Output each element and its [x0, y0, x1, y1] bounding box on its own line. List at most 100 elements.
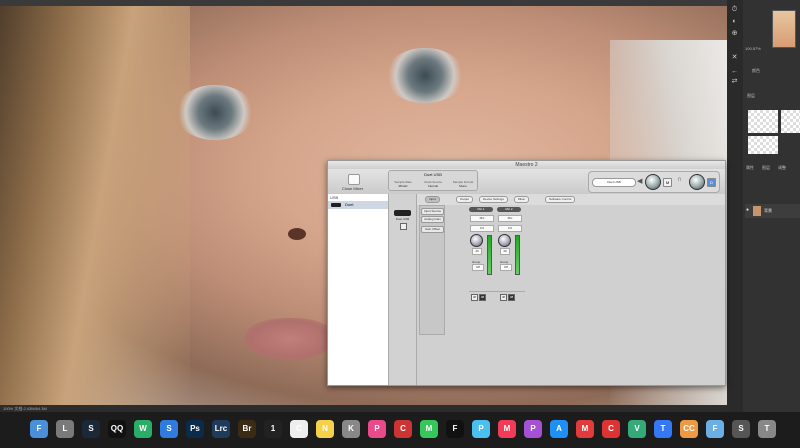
document-tabs-bar[interactable]	[0, 0, 727, 6]
section-properties[interactable]: 属性	[746, 165, 754, 171]
dock-icon-screen[interactable]: S	[732, 420, 750, 438]
tab-software-control[interactable]: Software Control	[545, 196, 576, 203]
dock-icon-photos[interactable]: P	[368, 420, 386, 438]
headphone-volume-knob[interactable]	[689, 174, 705, 190]
mixer-toggle-button[interactable]	[348, 174, 360, 185]
output-select[interactable]: Duet USB	[592, 178, 636, 187]
zoom-readout: 100.57%	[745, 46, 761, 51]
monitor-volume-knob[interactable]	[645, 174, 661, 190]
eye-right	[385, 48, 465, 103]
pattern-swatch-3[interactable]	[748, 136, 778, 154]
tab-device-settings[interactable]: Device Settings	[479, 196, 508, 203]
channel-2-phase-button[interactable]: Ø	[500, 294, 507, 301]
section-layers[interactable]: 图层	[762, 165, 770, 171]
swap-icon[interactable]: ⇄	[730, 78, 739, 85]
channel-2-phantom-button[interactable]: 48	[508, 294, 515, 301]
dock-icon-launchpad[interactable]: L	[56, 420, 74, 438]
dock-icon-1password[interactable]: 1	[264, 420, 282, 438]
window-title[interactable]: Maestro 2	[328, 161, 725, 169]
dock-icon-music[interactable]: M	[498, 420, 516, 438]
channel-1-source[interactable]: Mic	[470, 215, 494, 222]
channel-2-gain-offset[interactable]: 0.0	[498, 225, 522, 232]
device-power-button[interactable]	[400, 223, 407, 230]
row-label-gain-offset: Gain Offset	[421, 226, 444, 233]
device-image	[394, 210, 411, 216]
adjust-icon[interactable]: ⊕	[730, 30, 739, 37]
sidebar-item-label: Duet	[345, 202, 354, 207]
mute-button[interactable]: M	[663, 178, 672, 187]
layer-thumb	[753, 206, 761, 216]
dock-icon-clock[interactable]: C	[290, 420, 308, 438]
tabs-bar: Input Output Device Settings Mixer Softw…	[417, 196, 725, 203]
channel-area: Input Source Analog Gain Gain Offset Mic…	[417, 205, 725, 385]
speaker-icon: ◀	[637, 178, 643, 185]
dock-icon-final-cut[interactable]: F	[446, 420, 464, 438]
dim-button[interactable]: D	[707, 178, 716, 187]
maestro-window: Maestro 2 Close Mixer Duet USB Sample Ra…	[327, 160, 726, 386]
history-icon[interactable]: ⏱	[730, 6, 739, 13]
section-adjust[interactable]: 调整	[778, 165, 786, 171]
dock-icon-messages[interactable]: M	[420, 420, 438, 438]
dock-icon-podcasts[interactable]: P	[524, 420, 542, 438]
eye-left	[175, 85, 255, 140]
color-icon[interactable]: ◐	[730, 18, 739, 25]
monitor-section: Duet USB ◀ M ∩ D	[588, 171, 720, 193]
channel-1-phase-button[interactable]: Ø	[471, 294, 478, 301]
lcd-value-2: Internal	[427, 184, 438, 188]
device-icon	[331, 203, 341, 207]
row-labels-column: Input Source Analog Gain Gain Offset	[419, 205, 445, 335]
tab-mixer[interactable]: Mixer	[514, 196, 530, 203]
dock-icon-qq[interactable]: QQ	[108, 420, 126, 438]
panel-label-a: 颜色	[752, 68, 760, 73]
dock-icon-finder[interactable]: F	[30, 420, 48, 438]
sidebar-item-duet[interactable]: Duet	[328, 201, 388, 209]
dock-icon-color[interactable]: C	[394, 420, 412, 438]
toolbar: Close Mixer Duet USB Sample Rate Clock S…	[328, 169, 725, 195]
dock-icon-tailscale[interactable]: T	[654, 420, 672, 438]
arrow-icon[interactable]: ←	[730, 68, 739, 75]
dock-icon-folder[interactable]: F	[706, 420, 724, 438]
device-name: Duet USB	[424, 172, 442, 177]
dock-icon-br[interactable]: Br	[238, 420, 256, 438]
dock-icon-prime[interactable]: P	[472, 420, 490, 438]
lcd-value-3: Mono	[459, 184, 467, 188]
channel-1-knob-readout: 40	[472, 248, 482, 255]
dock-icon-lrc[interactable]: Lrc	[212, 420, 230, 438]
dock-icon-cleaner[interactable]: C	[602, 420, 620, 438]
dock-icon-trash[interactable]: T	[758, 420, 776, 438]
channel-2-source[interactable]: Mic	[498, 215, 522, 222]
tab-output[interactable]: Output	[456, 196, 474, 203]
dock-icon-music163[interactable]: M	[576, 420, 594, 438]
dock-icon-vector[interactable]: V	[628, 420, 646, 438]
dock-icon-safari[interactable]: S	[160, 420, 178, 438]
pattern-swatch[interactable]	[748, 110, 778, 133]
channel-2-gain-knob[interactable]	[498, 234, 511, 247]
eye-icon[interactable]: ●	[746, 207, 749, 213]
tab-input[interactable]: Input	[425, 196, 440, 203]
channel-1-gain-knob[interactable]	[470, 234, 483, 247]
pattern-swatch-2[interactable]	[781, 110, 800, 133]
lips	[245, 318, 335, 360]
channel-1-meter	[487, 235, 492, 275]
nostril	[288, 228, 306, 240]
device-strip-label: Duet USB	[395, 217, 410, 221]
channel-1-gain-offset[interactable]: 0.0	[470, 225, 494, 232]
dock-icon-wechat[interactable]: W	[134, 420, 152, 438]
row-label-analog-gain: Analog Gain	[421, 216, 444, 223]
device-strip: Duet USB	[389, 194, 417, 385]
dock-icon-ps[interactable]: Ps	[186, 420, 204, 438]
navigator-thumbnail[interactable]	[772, 10, 796, 48]
mixer-toggle-label: Close Mixer	[342, 186, 364, 191]
dock-icon-notes[interactable]: N	[316, 420, 334, 438]
dock-icon-keychain[interactable]: K	[342, 420, 360, 438]
close-icon[interactable]: ✕	[730, 54, 739, 61]
channel-1-header: Mic 1	[469, 207, 493, 212]
dock-icon-app-store[interactable]: A	[550, 420, 568, 438]
channel-2-trim-value[interactable]: Off	[500, 264, 512, 271]
dock-icon-cc[interactable]: CC	[680, 420, 698, 438]
dock-icon-steam[interactable]: S	[82, 420, 100, 438]
sidebar-header: USB	[330, 195, 339, 200]
layer-row[interactable]: ● 背景	[745, 204, 800, 218]
channel-1-trim-value[interactable]: Off	[472, 264, 484, 271]
channel-1-phantom-button[interactable]: 48	[479, 294, 486, 301]
